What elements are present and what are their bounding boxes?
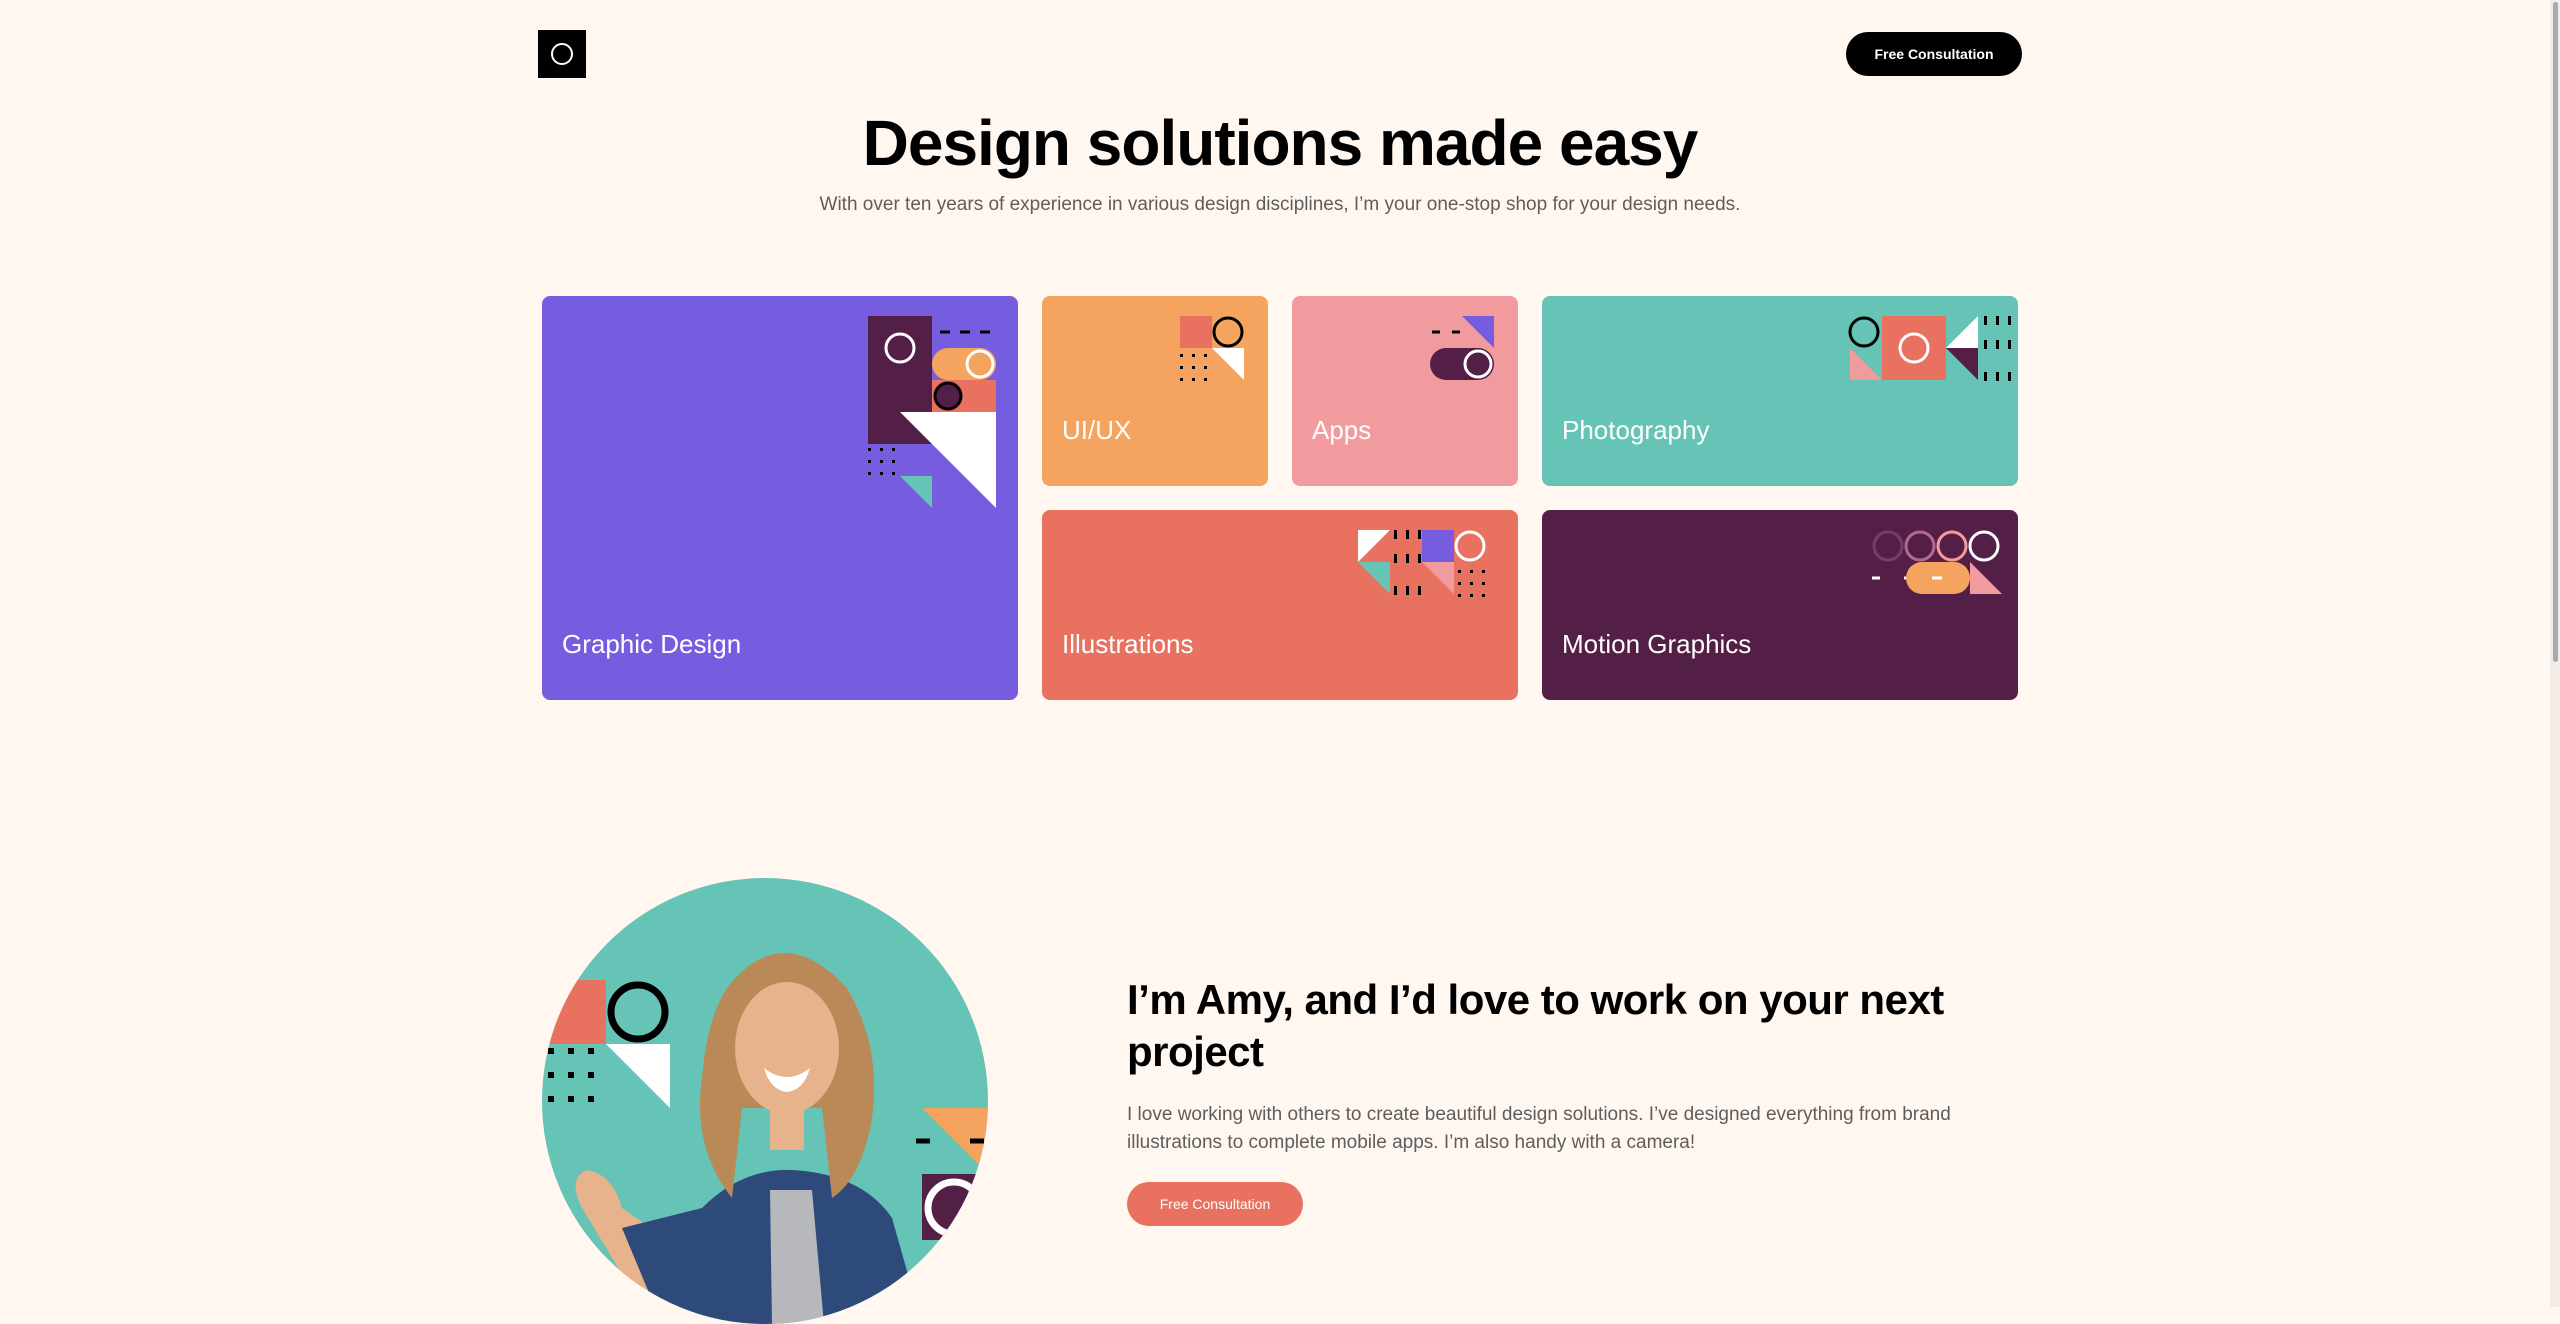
service-card-graphic-design[interactable]: Graphic Design — [542, 296, 1018, 700]
about-title: I’m Amy, and I’d love to work on your ne… — [1127, 976, 1944, 1075]
service-card-motion-graphics[interactable]: Motion Graphics — [1542, 510, 2018, 700]
about-text: I love working with others to create bea… — [1127, 1104, 1951, 1153]
service-card-apps[interactable]: Apps — [1292, 296, 1518, 486]
portrait-image — [542, 878, 988, 1324]
service-card-illustrations[interactable]: Illustrations — [1042, 510, 1518, 700]
photography-pattern-icon — [1848, 316, 2011, 381]
service-label: Illustrations — [1062, 629, 1194, 659]
header-consultation-button[interactable]: Free Consultation — [1846, 32, 2022, 76]
motion-graphics-pattern-icon — [1872, 530, 2002, 594]
about-consultation-button[interactable]: Free Consultation — [1127, 1182, 1303, 1226]
page-scrollbar[interactable] — [2550, 0, 2560, 1307]
hero-title: Design solutions made easy — [862, 107, 1699, 179]
site-header: Free Consultation — [538, 30, 2022, 78]
portrait-illustration-icon — [542, 953, 988, 1324]
service-label: Photography — [1562, 415, 1710, 445]
apps-pattern-icon — [1430, 316, 1494, 380]
service-label: UI/UX — [1062, 415, 1132, 445]
service-card-ui-ux[interactable]: UI/UX — [1042, 296, 1268, 486]
scrollbar-thumb[interactable] — [2553, 2, 2558, 662]
illustrations-pattern-icon — [1358, 530, 1486, 597]
service-label: Motion Graphics — [1562, 629, 1752, 659]
ui-ux-pattern-icon — [1180, 316, 1244, 381]
graphic-design-pattern-icon — [868, 316, 996, 508]
service-card-photography[interactable]: Photography — [1542, 296, 2018, 486]
service-label: Graphic Design — [562, 629, 742, 659]
service-label: Apps — [1312, 415, 1372, 445]
ring-logo-icon[interactable] — [538, 30, 586, 78]
hero-subtitle: With over ten years of experience in var… — [819, 194, 1741, 215]
